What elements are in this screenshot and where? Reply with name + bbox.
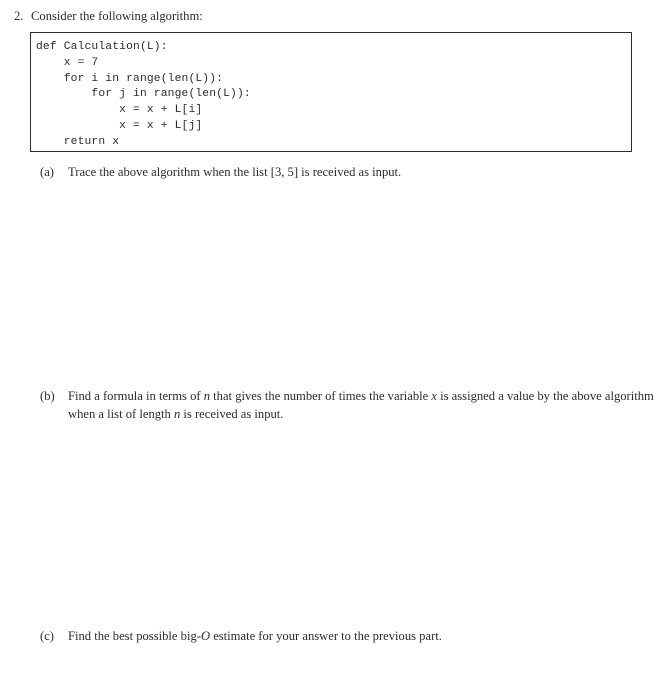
problem-heading: 2. Consider the following algorithm: [0, 8, 669, 24]
subpart-b-body: Find a formula in terms of n that gives … [68, 388, 669, 423]
algorithm-code-box: def Calculation(L): x = 7 for i in range… [30, 32, 632, 152]
subpart-a: (a) Trace the above algorithm when the l… [40, 164, 669, 182]
problem-number: 2. [14, 9, 24, 23]
subpart-b-seg1: Find a formula in terms of [68, 389, 204, 403]
subpart-b-seg2: that gives the number of times the varia… [210, 389, 432, 403]
subpart-a-label: (a) [40, 165, 54, 179]
subpart-a-list-value: [3, 5] [270, 165, 299, 179]
subpart-c: (c) Find the best possible big-O estimat… [40, 628, 669, 646]
subpart-c-var-bigo: O [200, 629, 211, 643]
subpart-a-text-after: is received as input. [298, 165, 402, 179]
subpart-b-seg4: is received as input. [180, 406, 284, 421]
problem-prompt: Consider the following algorithm: [31, 9, 203, 23]
algorithm-code: def Calculation(L): x = 7 for i in range… [36, 41, 251, 148]
subpart-a-body: Trace the above algorithm when the list … [68, 164, 669, 182]
subpart-a-text-before: Trace the above algorithm when the list [68, 165, 271, 179]
subpart-c-body: Find the best possible big-O estimate fo… [68, 628, 669, 646]
subpart-c-seg1: Find the best possible big- [68, 629, 201, 643]
subpart-c-label: (c) [40, 629, 54, 643]
problem-statement: 2. Consider the following algorithm: [0, 8, 669, 24]
subpart-b: (b) Find a formula in terms of n that gi… [40, 388, 669, 423]
subpart-b-label: (b) [40, 389, 55, 403]
document-page: 2. Consider the following algorithm: def… [0, 0, 669, 693]
subpart-c-seg2: estimate for your answer to the previous… [210, 629, 442, 643]
